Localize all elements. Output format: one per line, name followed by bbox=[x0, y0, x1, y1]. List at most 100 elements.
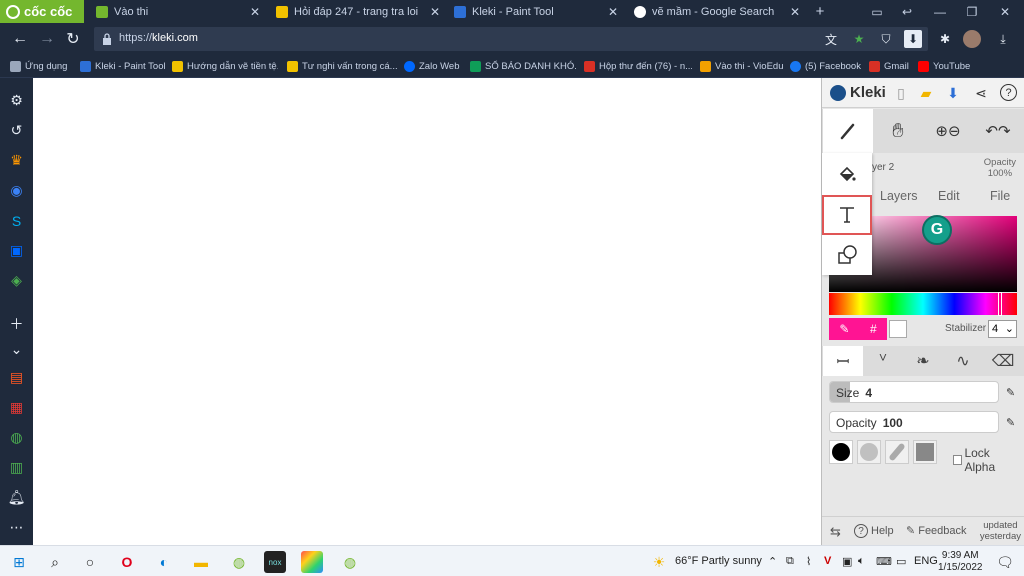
blend-brush-icon[interactable]: ⱽ bbox=[863, 346, 903, 376]
soft-tip-icon[interactable] bbox=[857, 440, 881, 464]
weather-text[interactable]: 66°F Partly sunny bbox=[675, 555, 762, 567]
lock-alpha-checkbox[interactable]: Lock Alpha bbox=[953, 446, 1019, 474]
address-bar[interactable]: https://kleki.com bbox=[94, 27, 928, 51]
swap-panel-icon[interactable]: ⇆ bbox=[830, 524, 841, 540]
notification-badge-icon[interactable]: ◍ bbox=[7, 428, 26, 447]
close-icon[interactable]: ✕ bbox=[788, 5, 802, 19]
bookmark-so-bao-danh[interactable]: SỔ BÁO DANH KHÓ... bbox=[470, 58, 576, 74]
close-window-button[interactable]: ✕ bbox=[990, 0, 1020, 23]
tab-search-icon[interactable]: ▭ bbox=[862, 0, 892, 23]
edit-pencil-icon[interactable]: ✎ bbox=[1006, 386, 1018, 399]
zalo-sidebar-icon[interactable]: ▣ bbox=[7, 241, 26, 260]
bookmark-facebook[interactable]: (5) Facebook bbox=[790, 58, 862, 74]
reload-button[interactable]: ↻ bbox=[61, 27, 85, 51]
messenger-icon[interactable]: ◉ bbox=[7, 181, 26, 200]
undo-redo-icon[interactable]: ↶↷ bbox=[973, 109, 1023, 153]
search-icon[interactable]: ⌕ bbox=[44, 551, 66, 573]
bookmark-tu-nghi-van[interactable]: Tư nghi vấn trong cá... bbox=[287, 58, 397, 74]
pen-brush-icon[interactable]: ꟷ bbox=[823, 346, 863, 376]
back-button[interactable]: ← bbox=[8, 27, 32, 51]
close-icon[interactable]: ✕ bbox=[606, 5, 620, 19]
more-icon[interactable]: ⋯ bbox=[7, 518, 26, 537]
bookmark-huong-dan[interactable]: Hướng dẫn vẽ tiền tệ... bbox=[172, 58, 278, 74]
hex-button[interactable]: # bbox=[870, 322, 877, 336]
language-indicator[interactable]: ENG bbox=[914, 555, 938, 567]
network-icon[interactable]: ⌇ bbox=[806, 555, 811, 568]
round-tip-icon[interactable] bbox=[829, 440, 853, 464]
tab-layers[interactable]: Layers bbox=[880, 189, 918, 203]
bookmark-zalo[interactable]: Zalo Web bbox=[404, 58, 462, 74]
add-icon[interactable]: ＋ bbox=[7, 314, 26, 333]
download-page-icon[interactable]: ⬇ bbox=[904, 30, 922, 48]
minimize-button[interactable]: — bbox=[925, 0, 955, 23]
hue-slider[interactable] bbox=[829, 293, 1017, 315]
browser-brand[interactable]: cốc cốc bbox=[0, 0, 84, 23]
kleki-logo[interactable]: Kleki bbox=[830, 84, 886, 101]
text-tool-icon[interactable] bbox=[822, 195, 872, 235]
nox-icon[interactable]: nox bbox=[264, 551, 286, 573]
close-icon[interactable]: ✕ bbox=[428, 5, 442, 19]
sketchy-brush-icon[interactable]: ❧ bbox=[903, 346, 943, 376]
extensions-icon[interactable]: ✱ bbox=[936, 30, 954, 48]
gamepad-icon[interactable]: ◈ bbox=[7, 271, 26, 290]
crown-icon[interactable]: ♛ bbox=[7, 151, 26, 170]
brush-tool-icon[interactable] bbox=[823, 109, 873, 153]
downloads-icon[interactable]: ⤓ bbox=[994, 30, 1012, 48]
opacity-slider[interactable]: Opacity 100 bbox=[829, 411, 999, 433]
tab-file[interactable]: File bbox=[990, 189, 1010, 203]
grammarly-icon[interactable]: G bbox=[922, 215, 952, 245]
primary-color-swatch[interactable]: ✎ # bbox=[829, 318, 887, 340]
clock[interactable]: 9:39 AM 1/15/2022 bbox=[938, 550, 983, 574]
shape-tool-icon[interactable] bbox=[822, 235, 872, 275]
bookmark-gmail[interactable]: Gmail bbox=[869, 58, 913, 74]
shopee-icon[interactable]: ▤ bbox=[7, 368, 26, 387]
bell-icon[interactable]: 🔔︎ bbox=[7, 488, 26, 507]
shield-icon[interactable]: ⛉ bbox=[877, 30, 895, 48]
tab-hoi-dap[interactable]: Hỏi đáp 247 - trang tra loi ✕ bbox=[270, 0, 446, 23]
translate-icon[interactable]: 文 bbox=[822, 30, 840, 48]
edge-icon[interactable]: ◐ bbox=[153, 551, 175, 573]
settings-gear-icon[interactable]: ⚙ bbox=[7, 91, 26, 110]
cortana-icon[interactable]: ○ bbox=[79, 551, 101, 573]
tab-google-search[interactable]: vẽ mầm - Google Search ✕ bbox=[628, 0, 806, 23]
coccoc-alt-icon[interactable]: ◍ bbox=[339, 551, 361, 573]
hand-tool-icon[interactable]: ✋︎ bbox=[873, 109, 923, 153]
avatar[interactable] bbox=[963, 30, 981, 48]
tab-kleki[interactable]: Kleki - Paint Tool ✕ bbox=[448, 0, 624, 23]
coccoc-taskbar-icon[interactable]: ◍ bbox=[228, 551, 250, 573]
hue-slider-handle[interactable] bbox=[998, 292, 1002, 316]
tray-app-icon[interactable]: ⧉ bbox=[786, 555, 794, 568]
forward-button[interactable]: → bbox=[35, 27, 59, 51]
new-tab-button[interactable]: + bbox=[810, 0, 830, 23]
eraser-icon[interactable]: ⌫ bbox=[983, 346, 1023, 376]
tab-vao-thi[interactable]: Vào thi ✕ bbox=[90, 0, 266, 23]
chevron-down-icon[interactable]: ⌄ bbox=[7, 340, 26, 359]
stabilizer-select[interactable]: 4 ⌄ bbox=[988, 320, 1017, 338]
colorful-app-icon[interactable] bbox=[301, 551, 323, 573]
battery-icon[interactable]: ▭ bbox=[896, 555, 906, 568]
close-icon[interactable]: ✕ bbox=[248, 5, 262, 19]
tiki-icon[interactable]: ▦ bbox=[7, 398, 26, 417]
help-icon[interactable]: ? bbox=[1000, 84, 1017, 101]
layer-name-label[interactable]: yer 2 bbox=[872, 162, 894, 173]
bookmark-star-icon[interactable]: ★ bbox=[850, 30, 868, 48]
eyedropper-icon[interactable]: ✎ bbox=[839, 322, 849, 336]
maximize-button[interactable]: ❐ bbox=[957, 0, 987, 23]
volume-icon[interactable]: 🔈︎ bbox=[858, 555, 865, 568]
skype-icon[interactable]: S bbox=[7, 211, 26, 230]
bookmark-kleki[interactable]: Kleki - Paint Tool bbox=[80, 58, 168, 74]
feedback-link[interactable]: ✎ Feedback bbox=[906, 524, 967, 538]
zoom-icon[interactable]: ⊕⊖ bbox=[923, 109, 973, 153]
bookmark-youtube[interactable]: YouTube bbox=[918, 58, 974, 74]
square-tip-icon[interactable] bbox=[913, 440, 937, 464]
tab-edit[interactable]: Edit bbox=[938, 189, 960, 203]
back-tab-icon[interactable]: ↩ bbox=[892, 0, 922, 23]
fill-bucket-icon[interactable] bbox=[822, 155, 872, 195]
weather-icon[interactable]: ☀ bbox=[648, 551, 670, 573]
chevron-up-icon[interactable]: ⌃ bbox=[768, 555, 777, 568]
share-icon[interactable]: ⋖ bbox=[972, 84, 990, 102]
sheet-icon[interactable]: ▥ bbox=[7, 458, 26, 477]
ime-icon[interactable]: ⌨ bbox=[876, 555, 892, 568]
download-icon[interactable]: ⬇ bbox=[944, 84, 962, 102]
vpn-icon[interactable]: V bbox=[824, 555, 831, 567]
